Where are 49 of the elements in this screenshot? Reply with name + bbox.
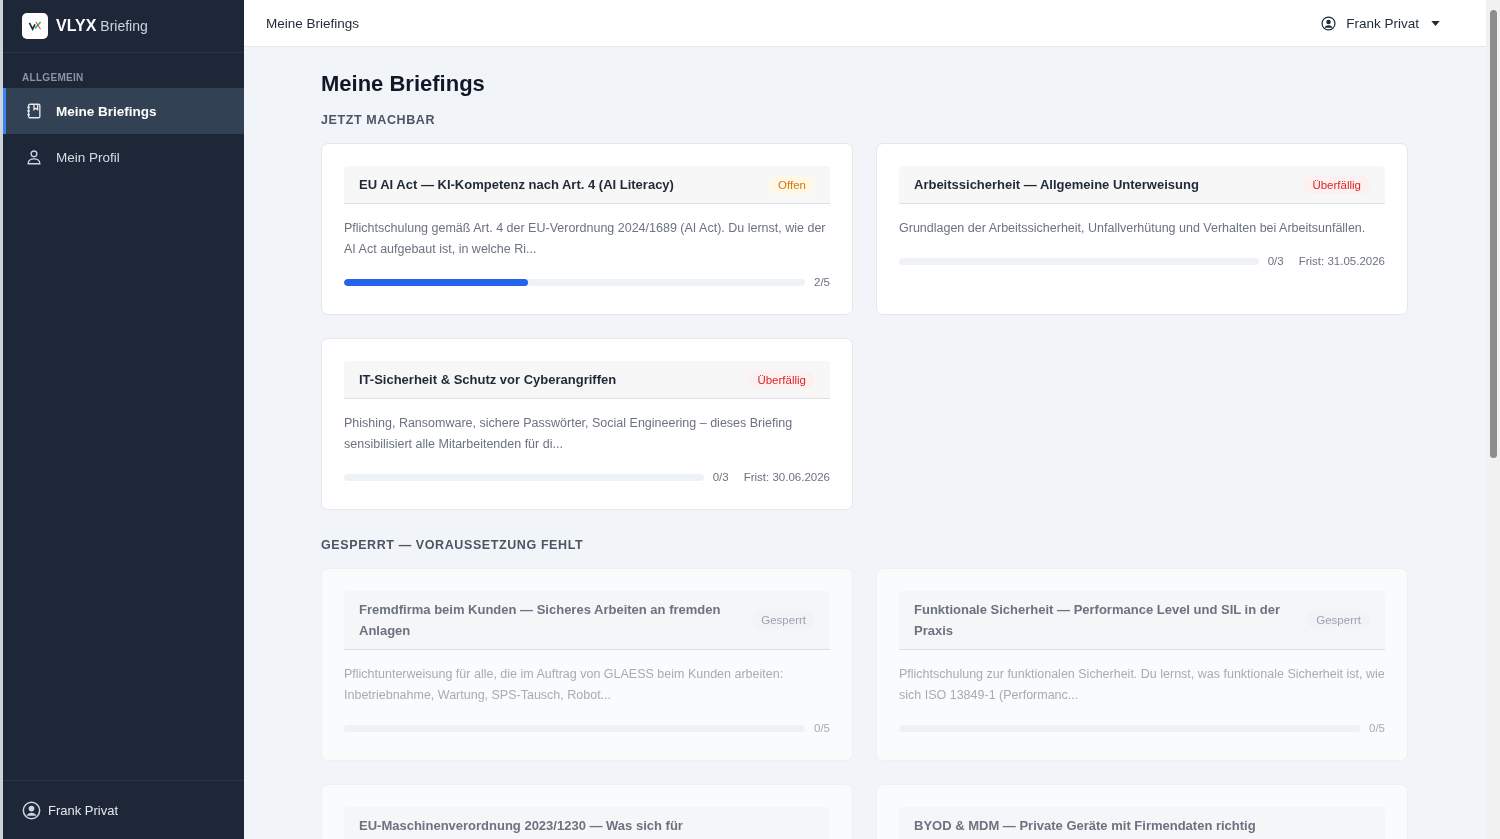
- user-name: Frank Privat: [48, 802, 119, 818]
- user-icon: [25, 148, 43, 166]
- status-badge: Gesperrt: [752, 611, 815, 629]
- avatar-icon: [1321, 15, 1337, 31]
- nav-item[interactable]: Mein Profil: [3, 134, 244, 180]
- briefing-card[interactable]: Arbeitssicherheit — Allgemeine Unterweisung Überfällig Grundlagen der Arbeitssicherheit, Unfallverhütung und Verhalten bei Arbeitsunfällen. 0/3 Frist: 31.05.2026: [876, 143, 1408, 315]
- status-badge: Überfällig: [748, 370, 815, 389]
- caret-icon: [1431, 20, 1440, 26]
- card-title: Arbeitssicherheit — Allgemeine Unterweisung: [914, 176, 1199, 194]
- progress-count: 0/5: [814, 722, 830, 734]
- nav-item[interactable]: Meine Briefings: [3, 88, 244, 134]
- brand-name: VLYX: [56, 17, 97, 35]
- card-description: Pflichtschulung zur funktionalen Sicherheit. Du lernst, was funktionale Sicherheit ist, wie sich ISO 13849-1 (Performanc...: [899, 666, 1385, 704]
- progress-count: 2/5: [814, 276, 830, 288]
- status-badge: Überfällig: [1303, 175, 1370, 194]
- briefing-card[interactable]: BYOD & MDM — Private Geräte mit Firmendaten richtig: [876, 784, 1408, 839]
- card-description: Pflichtunterweisung für alle, die im Auftrag von GLAESS beim Kunden arbeiten: Inbetriebnahme, Wartung, SPS-Tausch, Robot...: [344, 666, 785, 704]
- notebook-icon: [25, 102, 43, 120]
- logo-icon: [22, 13, 48, 39]
- section-heading: GESPERRT — VORAUSSETZUNG FEHLT: [321, 538, 585, 552]
- briefing-card[interactable]: Fremdfirma beim Kunden — Sicheres Arbeiten an fremden Anlagen Gesperrt Pflichtunterweisung für alle, die im Auftrag von GLAESS beim Kunden arbeiten: Inbetriebnahme, Wartung, SPS-Tausch, Robot... 0/5: [321, 568, 853, 761]
- progress-count: 0/3: [712, 471, 729, 483]
- progress-count: 0/5: [1369, 722, 1385, 734]
- card-description: Phishing, Ransomware, sichere Passwörter, Social Engineering – dieses Briefing sensibilisiert alle Mitarbeitenden für di...: [344, 415, 794, 453]
- page-title: Meine Briefings: [321, 71, 486, 97]
- status-badge: Offen: [769, 175, 815, 194]
- card-title: IT-Sicherheit & Schutz vor Cyberangriffen: [359, 371, 617, 389]
- card-title: BYOD & MDM — Private Geräte mit Firmendaten richtig: [914, 817, 1256, 835]
- card-description: Grundlagen der Arbeitssicherheit, Unfallverhütung und Verhalten bei Arbeitsunfällen.: [899, 220, 1367, 237]
- deadline-text: Frist: 31.05.2026: [1298, 255, 1385, 267]
- scrollbar[interactable]: [1486, 0, 1500, 839]
- card-title: EU-Maschinenverordnung 2023/1230 — Was sich für: [359, 817, 683, 835]
- progress-count: 0/3: [1267, 255, 1284, 267]
- card-title: Fremdfirma beim Kunden — Sicheres Arbeiten an fremden Anlagen: [359, 601, 722, 640]
- card-title: Funktionale Sicherheit — Performance Level und SIL in der Praxis: [914, 601, 1281, 640]
- briefing-card[interactable]: EU AI Act — KI-Kompetenz nach Art. 4 (AI Literacy) Offen Pflichtschulung gemäß Art. 4 der EU-Verordnung 2024/1689 (AI Act). Du lernst, wie der AI Act aufgebaut ist, in welche Ri... 2/5: [321, 143, 853, 315]
- status-badge: Gesperrt: [1307, 611, 1370, 629]
- briefing-card[interactable]: IT-Sicherheit & Schutz vor Cyberangriffen Überfällig Phishing, Ransomware, sichere Passwörter, Social Engineering – dieses Briefing sensibilisiert alle Mitarbeitenden für di... 0/3 Frist: 30.06.2026: [321, 338, 853, 510]
- section-heading: JETZT MACHBAR: [321, 113, 437, 127]
- brand-subtitle: Briefing: [100, 18, 148, 34]
- briefing-card[interactable]: [876, 568, 1408, 761]
- breadcrumb-title: Meine Briefings: [266, 15, 360, 31]
- section-label: ALLGEMEIN: [21, 71, 85, 85]
- user-menu[interactable]: Frank Privat: [1317, 11, 1444, 35]
- briefing-card[interactable]: EU-Maschinenverordnung 2023/1230 — Was sich für: [321, 784, 853, 839]
- card-title: EU AI Act — KI-Kompetenz nach Art. 4 (AI Literacy): [359, 176, 674, 194]
- deadline-text: Frist: 30.06.2026: [743, 471, 830, 483]
- avatar-icon: [22, 800, 41, 820]
- card-description: Pflichtschulung gemäß Art. 4 der EU-Verordnung 2024/1689 (AI Act). Du lernst, wie der AI Act aufgebaut ist, in welche Ri...: [344, 220, 827, 258]
